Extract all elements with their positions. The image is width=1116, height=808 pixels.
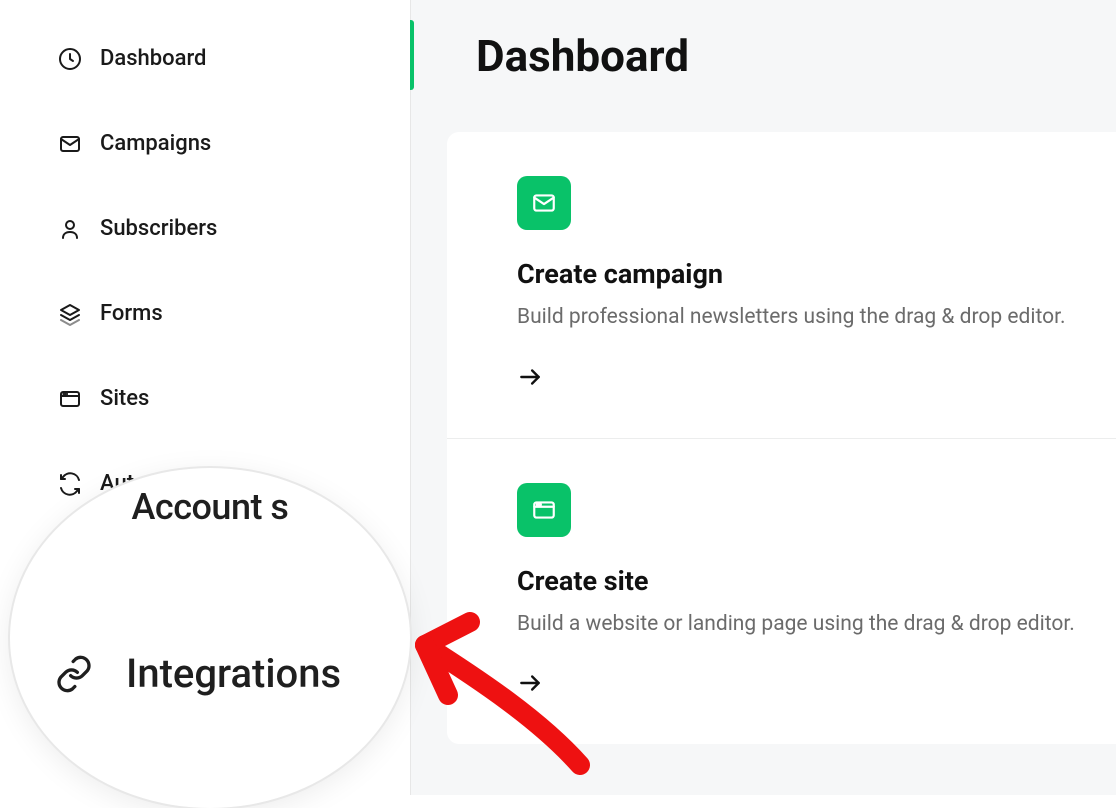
- magnified-integrations-label: Integrations: [126, 650, 341, 697]
- sidebar-item-forms[interactable]: Forms: [58, 291, 410, 336]
- sidebar-item-label: Forms: [100, 301, 163, 326]
- refresh-icon: [58, 472, 82, 496]
- arrow-right-icon: [517, 670, 543, 696]
- sidebar-item-campaigns[interactable]: Campaigns: [58, 121, 410, 166]
- card-description: Build professional newsletters using the…: [517, 302, 1080, 334]
- sidebar-item-label: Campaigns: [100, 131, 211, 156]
- arrow-right-icon: [517, 364, 543, 390]
- mail-icon: [517, 176, 571, 230]
- link-icon: [52, 652, 96, 696]
- card-title: Create campaign: [517, 258, 1080, 290]
- sidebar-item-sites[interactable]: Sites: [58, 376, 410, 421]
- main-content: Dashboard Create campaign Build professi…: [410, 0, 1116, 795]
- card-title: Create site: [517, 565, 1080, 597]
- sidebar-item-dashboard[interactable]: Dashboard: [58, 36, 410, 81]
- active-tab-indicator: [410, 20, 414, 90]
- sidebar: Dashboard Campaigns Subscribers Forms Si…: [0, 0, 410, 795]
- sidebar-item-label: Sites: [100, 386, 149, 411]
- page-title: Dashboard: [476, 30, 1116, 82]
- card-create-campaign[interactable]: Create campaign Build professional newsl…: [447, 132, 1116, 439]
- magnified-account-label: Account s: [132, 486, 289, 528]
- user-icon: [58, 217, 82, 241]
- quick-action-cards: Create campaign Build professional newsl…: [447, 132, 1116, 744]
- magnifier-annotation: Account s Integrations: [10, 468, 410, 808]
- sidebar-item-label: Subscribers: [100, 216, 217, 241]
- sidebar-item-integrations[interactable]: Integrations: [52, 650, 341, 697]
- sidebar-item-subscribers[interactable]: Subscribers: [58, 206, 410, 251]
- layers-icon: [58, 302, 82, 326]
- browser-icon: [517, 483, 571, 537]
- mail-icon: [58, 132, 82, 156]
- sidebar-item-label: Dashboard: [100, 46, 206, 71]
- clock-icon: [58, 47, 82, 71]
- browser-icon: [58, 387, 82, 411]
- card-description: Build a website or landing page using th…: [517, 609, 1080, 641]
- card-create-site[interactable]: Create site Build a website or landing p…: [447, 439, 1116, 745]
